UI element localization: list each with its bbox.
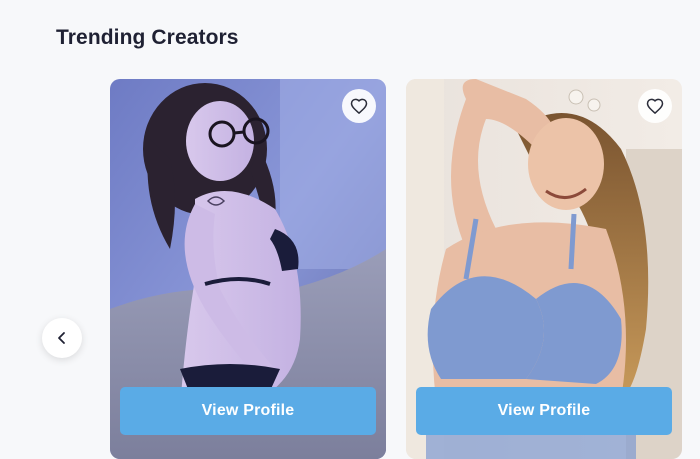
creator-card[interactable]: View Profile <box>110 79 386 459</box>
chevron-left-icon <box>58 332 65 344</box>
creators-carousel: View Profile View Profile <box>0 0 700 459</box>
view-profile-button[interactable]: View Profile <box>416 387 672 435</box>
favorite-button[interactable] <box>342 89 376 123</box>
heart-outline-icon <box>350 98 368 114</box>
creator-card[interactable]: View Profile <box>406 79 682 459</box>
carousel-prev-button[interactable] <box>42 318 82 358</box>
favorite-button[interactable] <box>638 89 672 123</box>
view-profile-button[interactable]: View Profile <box>120 387 376 435</box>
heart-outline-icon <box>646 98 664 114</box>
